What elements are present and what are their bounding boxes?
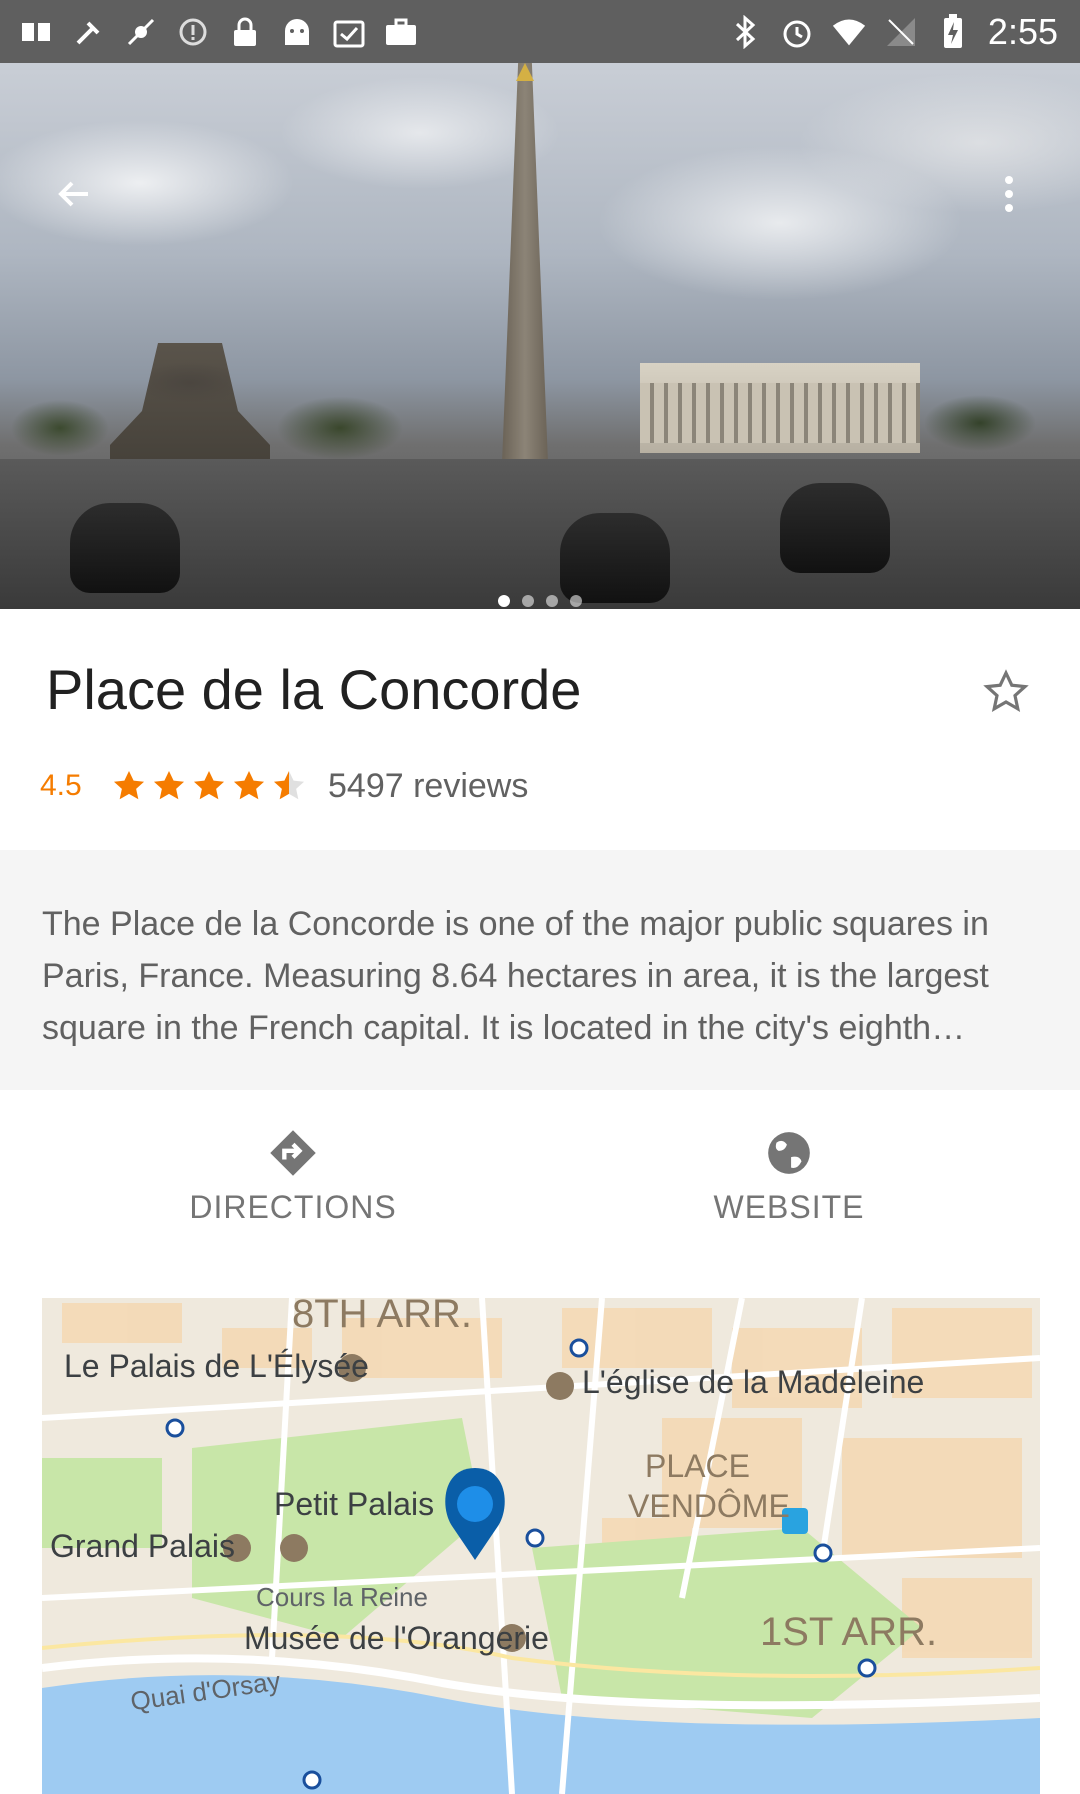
star-icon bbox=[273, 770, 305, 800]
page-dot[interactable] bbox=[522, 595, 534, 607]
star-icon bbox=[233, 770, 265, 800]
signal-icon bbox=[884, 15, 918, 49]
bluetooth-icon bbox=[728, 14, 762, 49]
arrow-back-icon bbox=[58, 181, 88, 207]
map-label: 8TH ARR. bbox=[292, 1298, 473, 1336]
map-label: Le Palais de L'Élysée bbox=[64, 1348, 369, 1384]
star-outline-icon bbox=[983, 669, 1029, 712]
website-button[interactable]: WEBSITE bbox=[712, 1125, 866, 1226]
map-label: VENDÔME bbox=[628, 1488, 790, 1524]
description-text-button[interactable]: The Place de la Concorde is one of the m… bbox=[42, 898, 1036, 1048]
page-indicator[interactable] bbox=[0, 595, 1080, 607]
map-label: PLACE bbox=[645, 1448, 750, 1484]
android-icon bbox=[280, 15, 314, 49]
star-icon bbox=[153, 770, 185, 800]
tools-icon bbox=[72, 15, 106, 49]
page-dot[interactable] bbox=[498, 595, 510, 607]
star-icon bbox=[193, 770, 225, 800]
photo-scooter bbox=[70, 503, 180, 593]
map-label: L'église de la Madeleine bbox=[582, 1364, 925, 1400]
more-options-button[interactable] bbox=[995, 168, 1023, 220]
wifi-icon bbox=[832, 15, 866, 49]
globe-icon bbox=[761, 1125, 817, 1181]
directions-icon bbox=[265, 1125, 321, 1181]
clock-time: 2:55 bbox=[987, 10, 1058, 52]
location-map[interactable]: 8TH ARR. Le Palais de L'Élysée L'église … bbox=[42, 1298, 1040, 1794]
status-bar: 2:55 bbox=[0, 0, 1080, 63]
review-count[interactable]: 5497 reviews bbox=[328, 767, 528, 806]
sim-icon bbox=[20, 15, 54, 49]
directions-label: DIRECTIONS bbox=[189, 1189, 397, 1225]
clipboard-check-icon bbox=[332, 15, 366, 49]
directions-button[interactable]: DIRECTIONS bbox=[189, 1125, 397, 1226]
place-photo[interactable] bbox=[0, 63, 1080, 609]
favorite-button[interactable] bbox=[978, 664, 1034, 720]
photo-building bbox=[640, 363, 920, 453]
rating-value: 4.5 bbox=[40, 769, 82, 802]
page-dot[interactable] bbox=[570, 595, 582, 607]
map-label: Musée de l'Orangerie bbox=[244, 1620, 549, 1656]
back-button[interactable] bbox=[48, 168, 100, 220]
photo-scooter bbox=[780, 483, 890, 573]
briefcase-icon bbox=[384, 15, 418, 49]
rating-row: 4.5 5497 reviews bbox=[40, 765, 528, 807]
more-vert-icon bbox=[1005, 176, 1013, 212]
website-label: WEBSITE bbox=[713, 1189, 865, 1225]
photo-scooter bbox=[560, 513, 670, 603]
alert-icon bbox=[176, 15, 210, 49]
alarm-icon bbox=[780, 15, 814, 49]
map-label: Petit Palais bbox=[274, 1486, 435, 1522]
page-dot[interactable] bbox=[546, 595, 558, 607]
map-label: 1ST ARR. bbox=[760, 1610, 938, 1654]
no-gps-icon bbox=[124, 15, 158, 49]
battery-charging-icon bbox=[936, 13, 970, 49]
lock-icon bbox=[228, 15, 262, 49]
map-label: Grand Palais bbox=[50, 1528, 235, 1564]
place-title: Place de la Concorde bbox=[46, 658, 582, 721]
map-label: Cours la Reine bbox=[256, 1582, 428, 1612]
star-icon bbox=[113, 770, 145, 800]
rating-stars bbox=[110, 767, 308, 805]
